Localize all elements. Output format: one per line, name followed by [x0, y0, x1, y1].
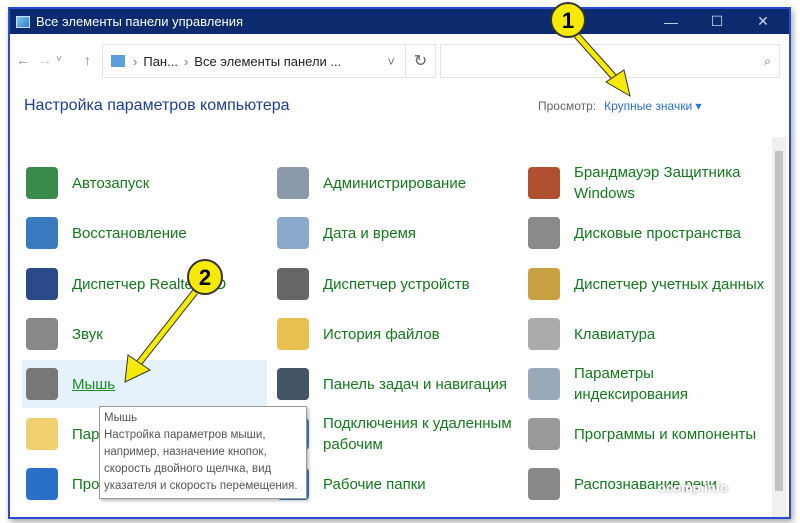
watermark: ocomp.info — [658, 480, 728, 495]
marker-2-label: 2 — [199, 265, 211, 290]
arrow-2 — [125, 292, 195, 382]
annotation-overlay: 1 2 — [0, 0, 800, 523]
marker-1-label: 1 — [562, 8, 574, 33]
arrow-1 — [572, 30, 630, 96]
